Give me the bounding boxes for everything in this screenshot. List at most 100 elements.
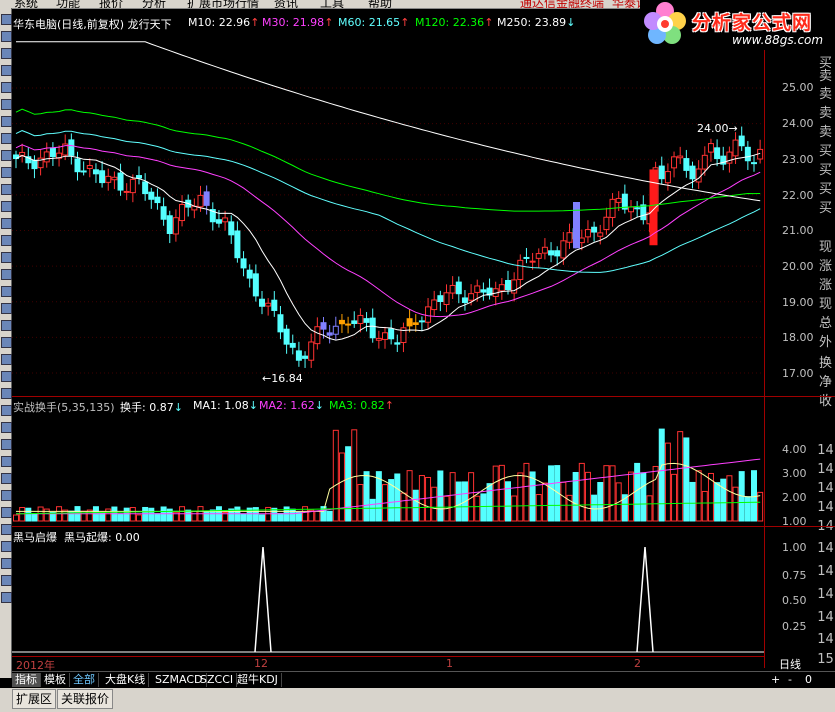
side-label: 买 [818, 182, 832, 197]
turnover-bar [43, 508, 50, 522]
candle-body [425, 306, 432, 323]
tab-related-quotes[interactable]: 关联报价 [57, 689, 114, 709]
candle-body [92, 169, 99, 175]
candle-body [154, 196, 161, 204]
turnover-bar [683, 437, 690, 522]
turnover-bar [31, 513, 38, 522]
candle-body [382, 332, 388, 340]
indicator-tab-bar: 指标 模板 全部 大盘K线 SZMACD SZCCI 超牛KDJ + - 0 [12, 671, 835, 688]
candle-body [738, 135, 745, 147]
turnover-bar [449, 472, 456, 522]
side-label: 现 [818, 297, 832, 312]
ma10-label: M10: 22.96↑ [188, 16, 260, 29]
candle-body [179, 203, 186, 222]
turnover-bar [757, 491, 764, 522]
tab-index-kline[interactable]: 大盘K线 [102, 673, 150, 687]
candle-body [591, 226, 598, 233]
turnover-bar [578, 462, 585, 522]
candle-body [43, 151, 50, 163]
turnover-bar [597, 482, 604, 522]
indicator1-ma2: MA2: 1.62↓ [259, 399, 324, 412]
candle-body [695, 168, 702, 183]
indicator2-value: 黑马起爆: 0.00 [64, 531, 140, 544]
turnover-bar [505, 481, 511, 522]
site-logo: 分析家公式网 www.88gs.com [640, 0, 835, 50]
turnover-bar [695, 470, 702, 522]
candle-body [671, 156, 678, 169]
panel-separator [12, 396, 835, 397]
candle-body [320, 322, 327, 330]
tab-kdj[interactable]: 超牛KDJ [234, 673, 282, 687]
candle-body [578, 237, 585, 244]
tab-extension-area[interactable]: 扩展区 [12, 689, 57, 709]
zoom-in-button[interactable]: + [768, 673, 783, 687]
candle-body [597, 232, 604, 237]
turnover-bar [136, 514, 142, 522]
tab-szcci[interactable]: SZCCI [197, 673, 238, 687]
turnover-bar [455, 481, 462, 522]
candle-body [406, 318, 413, 327]
ma120-label: M120: 22.36↑ [415, 16, 494, 29]
high-annotation: 24.00→ [697, 122, 738, 135]
side-number: 14 [817, 610, 834, 625]
candle-body [203, 191, 210, 206]
candle-body [74, 158, 81, 173]
turnover-bar [591, 494, 598, 522]
candle-body [129, 178, 136, 194]
turnover-bar [732, 486, 739, 522]
price-chart[interactable] [0, 0, 835, 712]
side-label: 换 [818, 356, 832, 371]
candle-body [412, 322, 419, 325]
tab-all[interactable]: 全部 [70, 673, 99, 687]
candle-body [480, 289, 487, 293]
turnover-bar [664, 442, 671, 522]
candle-body [295, 350, 302, 361]
candle-body [246, 269, 253, 279]
candle-body [357, 314, 364, 324]
candle-body [615, 197, 622, 203]
candle-body [308, 341, 315, 361]
turnover-bar [394, 473, 401, 522]
period-label[interactable]: 日线 [779, 656, 801, 672]
price-tick: 20.00 [782, 260, 814, 273]
indicator1-ma1: MA1: 1.08↓ [193, 399, 258, 412]
turnover-bar [498, 464, 505, 522]
turnover-bar [105, 508, 112, 522]
turnover-bar [517, 472, 524, 522]
turnover-bar [603, 465, 610, 522]
candle-body [517, 259, 524, 280]
signal-tick: 0.25 [782, 620, 807, 633]
turnover-bar [412, 489, 419, 522]
side-number: 14 [817, 632, 834, 647]
price-tick: 21.00 [782, 224, 814, 237]
candle-body [234, 230, 241, 259]
turnover-bar [640, 472, 647, 522]
zoom-out-button[interactable]: - [785, 673, 795, 687]
tab-template[interactable]: 模板 [41, 673, 70, 687]
side-number: 14 [817, 564, 834, 579]
reset-button[interactable]: 0 [802, 673, 815, 687]
side-label: 现 [818, 240, 832, 255]
price-tick: 18.00 [782, 331, 814, 344]
tab-indicator[interactable]: 指标 [12, 673, 41, 687]
candle-body [228, 221, 235, 236]
low-annotation: ←16.84 [262, 372, 303, 385]
signal-tick: 0.75 [782, 569, 807, 582]
candle-body [461, 297, 468, 303]
side-label: 卖 [818, 106, 832, 121]
turnover-bar [658, 428, 665, 522]
candle-body [86, 165, 93, 169]
candle-body [68, 139, 75, 156]
candle-body [468, 293, 475, 301]
turnover-bar [714, 482, 721, 522]
candle-body [634, 207, 641, 210]
turnover-bar [751, 470, 757, 522]
side-label: 总 [818, 316, 832, 331]
turnover-bar [431, 486, 438, 522]
turnover-bar [726, 475, 733, 522]
indicator2-title: 黑马启爆 [13, 531, 57, 544]
turnover-bar [535, 494, 542, 522]
candle-body [136, 175, 142, 179]
turnover-bar [677, 431, 684, 522]
turnover-bar [148, 507, 155, 522]
